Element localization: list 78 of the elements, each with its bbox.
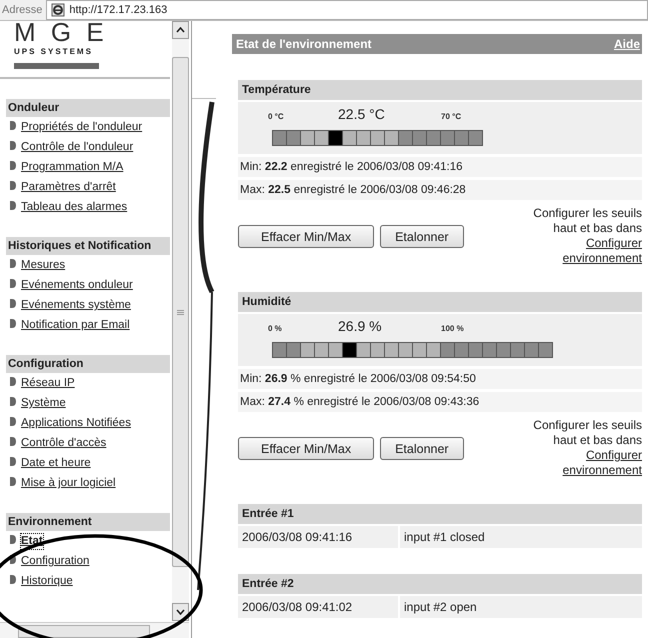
- grip-icon: [177, 310, 184, 314]
- nav-link[interactable]: Tableau des alarmes: [21, 200, 128, 215]
- section-header: Historiques et Notification: [6, 237, 170, 255]
- horizontal-scrollbar[interactable]: [0, 622, 189, 638]
- vertical-scrollbar[interactable]: [172, 21, 189, 621]
- bullet-icon: [10, 575, 16, 584]
- logo-text: M G E: [14, 21, 109, 43]
- nav-link[interactable]: Mesures: [21, 258, 66, 273]
- bullet-icon: [10, 319, 16, 328]
- gauge-segment: [469, 131, 482, 145]
- scale-min: 0 °C: [268, 112, 285, 121]
- scale-max: 70 °C: [441, 112, 462, 121]
- config-link[interactable]: Configurer environnement: [514, 236, 642, 266]
- action-button[interactable]: Effacer Min/Max: [238, 437, 374, 460]
- action-button[interactable]: Etalonner: [380, 225, 464, 248]
- section-header: Configuration: [6, 355, 170, 373]
- nav-link[interactable]: Evénements système: [21, 298, 131, 313]
- nav-link[interactable]: Configuration: [21, 554, 90, 569]
- threshold-note: Configurer les seuils haut et bas dans: [532, 206, 642, 236]
- section-header: Onduleur: [6, 99, 170, 117]
- nav-link[interactable]: Contrôle d'accès: [21, 436, 106, 451]
- section-header: Température: [238, 80, 642, 100]
- bullet-icon: [10, 377, 16, 386]
- bullet-icon: [10, 437, 16, 446]
- max-record: Max: 22.5 enregistré le 2006/03/08 09:46:28: [238, 180, 642, 200]
- table-cell: 2006/03/08 09:41:02: [238, 596, 398, 618]
- section-header: Environnement: [6, 513, 170, 531]
- nav-link[interactable]: Système: [21, 396, 66, 411]
- bullet-icon: [10, 141, 16, 150]
- address-field[interactable]: http://172.17.23.163: [46, 0, 648, 20]
- bullet-icon: [10, 181, 16, 190]
- min-record: Min: 26.9 % enregistré le 2006/03/08 09:54:50: [238, 369, 642, 389]
- min-record: Min: 22.2 enregistré le 2006/03/08 09:41:16: [238, 157, 642, 177]
- reading: 26.9 %: [338, 318, 383, 334]
- bullet-icon: [10, 259, 16, 268]
- logo-tagline: UPS SYSTEMS: [14, 47, 94, 56]
- table-cell: input #2 open: [400, 596, 642, 618]
- gauge-segment: [539, 343, 552, 357]
- nav-link[interactable]: Propriétés de l'onduleur: [21, 120, 142, 135]
- action-button[interactable]: Effacer Min/Max: [238, 225, 374, 248]
- bullet-icon: [10, 457, 16, 466]
- action-button[interactable]: Etalonner: [380, 437, 464, 460]
- bullet-icon: [10, 279, 16, 288]
- scroll-up-icon: [176, 27, 185, 33]
- bullet-icon: [10, 535, 16, 544]
- nav-link[interactable]: Mise à jour logiciel: [21, 476, 116, 491]
- nav-link[interactable]: Paramètres d'arrêt: [21, 180, 116, 195]
- bullet-icon: [10, 121, 16, 130]
- config-link[interactable]: Configurer environnement: [514, 448, 642, 478]
- bullet-icon: [10, 397, 16, 406]
- reading: 22.5 °C: [338, 106, 386, 122]
- nav-link[interactable]: Notification par Email: [21, 318, 130, 333]
- bullet-icon: [10, 477, 16, 486]
- scale-max: 100 %: [441, 324, 464, 333]
- bullet-icon: [10, 417, 16, 426]
- bullet-icon: [10, 201, 16, 210]
- nav-link[interactable]: Applications Notifiées: [21, 416, 131, 431]
- bullet-icon: [10, 161, 16, 170]
- nav-link[interactable]: Programmation M/A: [21, 160, 124, 175]
- section-header: Humidité: [238, 292, 642, 312]
- nav-link[interactable]: Evénements onduleur: [21, 278, 133, 293]
- bullet-icon: [10, 555, 16, 564]
- page-title: Etat de l'environnement: [236, 37, 372, 51]
- address-label: Adresse: [1, 4, 44, 16]
- globe-icon: [51, 3, 66, 17]
- bullet-icon: [10, 299, 16, 308]
- nav-link[interactable]: Contrôle de l'onduleur: [21, 140, 134, 155]
- nav-link[interactable]: Date et heure: [21, 456, 91, 471]
- threshold-note: Configurer les seuils haut et bas dans: [532, 418, 642, 448]
- section-header: Entrée #2: [238, 574, 642, 594]
- max-record: Max: 27.4 % enregistré le 2006/03/08 09:43:36: [238, 392, 642, 412]
- table-cell: 2006/03/08 09:41:16: [238, 526, 398, 548]
- scale-min: 0 %: [268, 324, 283, 333]
- section-header: Entrée #1: [238, 504, 642, 524]
- table-cell: input #1 closed: [400, 526, 642, 548]
- nav-link[interactable]: Historique: [21, 574, 73, 589]
- scroll-down-icon: [176, 609, 185, 615]
- nav-link[interactable]: Réseau IP: [21, 376, 75, 391]
